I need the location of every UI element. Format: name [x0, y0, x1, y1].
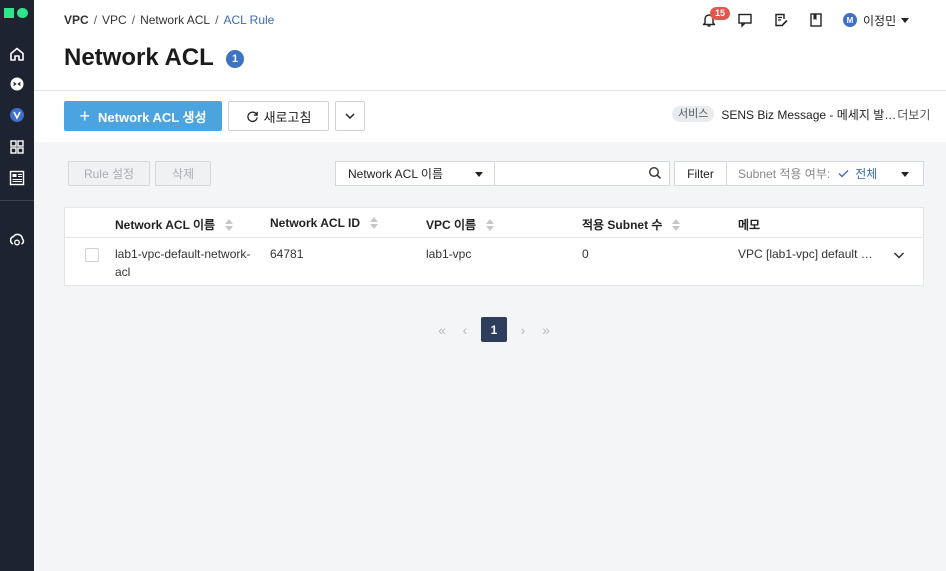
header-divider: [34, 90, 946, 91]
book-icon[interactable]: [806, 10, 826, 30]
page-title: Network ACL: [64, 44, 214, 71]
search-icon[interactable]: [648, 166, 662, 180]
column-header-memo: 메모: [738, 216, 760, 233]
chevron-down-icon[interactable]: [892, 248, 906, 262]
create-button-label: Network ACL 생성: [98, 109, 207, 125]
column-header-name[interactable]: Network ACL 이름: [115, 216, 234, 233]
cell-acl-name-line2: acl: [115, 265, 131, 279]
cell-subnet-count: 0: [582, 247, 589, 261]
first-page-button[interactable]: «: [434, 317, 450, 342]
service-notice-text[interactable]: SENS Biz Message - 메세지 발…: [721, 106, 896, 123]
search-input[interactable]: [495, 161, 670, 186]
subnet-applied-filter[interactable]: Subnet 적용 여부: 전체: [727, 161, 924, 186]
prev-page-button[interactable]: ‹: [458, 317, 472, 342]
next-page-button[interactable]: ›: [516, 317, 530, 342]
sort-icon[interactable]: [672, 218, 681, 231]
avatar: M: [843, 13, 857, 27]
breadcrumb-item-vpc[interactable]: VPC: [102, 13, 127, 27]
cell-vpc-name: lab1-vpc: [426, 247, 472, 261]
logo-pill: [17, 8, 28, 18]
breadcrumb-separator: /: [93, 13, 98, 27]
notification-badge: 15: [710, 7, 730, 20]
column-label: VPC 이름: [426, 218, 477, 232]
subnet-filter-label: Subnet 적용 여부:: [738, 167, 831, 181]
breadcrumb-item-vpc-root[interactable]: VPC: [64, 13, 89, 27]
table-header: Network ACL 이름 Network ACL ID VPC 이름 적용 …: [65, 208, 923, 238]
sort-icon[interactable]: [486, 218, 495, 231]
breadcrumb-item-acl-rule[interactable]: ACL Rule: [223, 13, 274, 27]
refresh-button[interactable]: 새로고침: [228, 101, 329, 131]
cell-acl-name-line1: lab1-vpc-default-network-: [115, 247, 251, 261]
chat-icon[interactable]: [735, 10, 755, 30]
create-network-acl-button[interactable]: + Network ACL 생성: [64, 101, 222, 131]
cell-memo: VPC [lab1-vpc] default …: [738, 247, 873, 261]
count-badge: 1: [226, 50, 244, 68]
search-field-selected: Network ACL 이름: [348, 167, 443, 181]
subnet-filter-value: 전체: [855, 167, 878, 181]
row-checkbox[interactable]: [85, 248, 99, 262]
grid-icon[interactable]: [6, 136, 28, 158]
column-label: 메모: [738, 218, 761, 232]
sort-icon[interactable]: [225, 218, 234, 231]
rule-setting-button[interactable]: Rule 설정: [68, 161, 150, 186]
more-actions-button[interactable]: [335, 101, 365, 131]
v-badge-icon[interactable]: [6, 104, 28, 126]
column-label: 적용 Subnet 수: [582, 218, 663, 232]
delete-button[interactable]: 삭제: [155, 161, 211, 186]
cloud-sync-icon[interactable]: [6, 229, 28, 251]
breadcrumb-item-network-acl[interactable]: Network ACL: [140, 13, 210, 27]
column-label: Network ACL 이름: [115, 218, 216, 232]
service-notice: 서비스 SENS Biz Message - 메세지 발… 더보기: [672, 105, 930, 123]
service-tag: 서비스: [672, 106, 715, 122]
caret-down-icon: [901, 172, 909, 177]
table-row[interactable]: lab1-vpc-default-network- acl 64781 lab1…: [65, 239, 923, 286]
cell-acl-id: 64781: [270, 247, 304, 261]
service-more-link[interactable]: 더보기: [897, 106, 930, 123]
search-field-select[interactable]: Network ACL 이름: [335, 161, 495, 186]
edit-doc-icon[interactable]: [771, 10, 791, 30]
column-header-vpc[interactable]: VPC 이름: [426, 216, 495, 233]
breadcrumb: VPC / VPC / Network ACL / ACL Rule: [64, 13, 274, 27]
user-name: 이정민: [863, 13, 897, 28]
column-label: Network ACL ID: [270, 216, 361, 230]
sidebar-divider: [0, 200, 34, 201]
filter-button[interactable]: Filter: [674, 161, 727, 186]
sidebar: [0, 0, 34, 571]
sort-icon[interactable]: [370, 217, 379, 229]
column-header-id[interactable]: Network ACL ID: [270, 216, 379, 230]
last-page-button[interactable]: »: [538, 317, 554, 342]
network-acl-table: Network ACL 이름 Network ACL ID VPC 이름 적용 …: [64, 207, 924, 286]
breadcrumb-separator: /: [215, 13, 219, 27]
column-header-subnet-count[interactable]: 적용 Subnet 수: [582, 216, 681, 233]
globe-icon[interactable]: [6, 73, 28, 95]
chevron-down-icon: [901, 17, 910, 23]
refresh-button-label: 새로고침: [263, 109, 312, 125]
page-current[interactable]: 1: [481, 317, 507, 342]
plus-icon: +: [79, 106, 91, 126]
user-menu[interactable]: M 이정민: [843, 12, 910, 28]
refresh-icon: [246, 110, 258, 122]
home-icon[interactable]: [6, 43, 28, 65]
logo[interactable]: [4, 7, 30, 19]
check-icon: [838, 170, 849, 178]
logo-square: [4, 8, 14, 18]
cell-acl-name: lab1-vpc-default-network- acl: [115, 245, 250, 281]
chevron-down-icon: [345, 113, 355, 120]
caret-down-icon: [475, 172, 483, 177]
breadcrumb-separator: /: [131, 13, 136, 27]
catalog-icon[interactable]: [6, 167, 28, 189]
